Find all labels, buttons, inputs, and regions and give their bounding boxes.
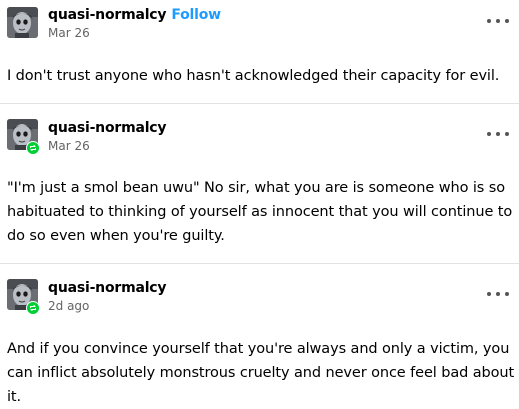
more-options-icon bbox=[496, 132, 500, 136]
post-body-text: I don't trust anyone who hasn't acknowle… bbox=[7, 68, 500, 84]
more-options-icon bbox=[505, 132, 509, 136]
post-date[interactable]: Mar 26 bbox=[48, 139, 90, 153]
follow-button[interactable]: Follow bbox=[171, 7, 221, 23]
post-2: quasi-normalcy Mar 26 "I'm just a smol b… bbox=[0, 104, 519, 263]
post-body-text: "I'm just a smol bean uwu" No sir, what … bbox=[7, 180, 513, 244]
more-options-button[interactable] bbox=[487, 127, 509, 141]
more-options-icon bbox=[505, 292, 509, 296]
blog-name-link[interactable]: quasi-normalcy bbox=[48, 7, 167, 23]
blog-name-link[interactable]: quasi-normalcy bbox=[48, 120, 167, 136]
blog-name-row: quasi-normalcy Follow bbox=[48, 7, 221, 23]
more-options-icon bbox=[487, 292, 491, 296]
post-date[interactable]: 2d ago bbox=[48, 299, 89, 313]
avatar[interactable] bbox=[7, 7, 38, 38]
more-options-icon bbox=[487, 19, 491, 23]
reblog-icon bbox=[26, 301, 40, 315]
more-options-icon bbox=[496, 292, 500, 296]
more-options-icon bbox=[487, 132, 491, 136]
more-options-icon bbox=[496, 19, 500, 23]
post-date[interactable]: Mar 26 bbox=[48, 26, 90, 40]
post-body-text: And if you convince yourself that you're… bbox=[7, 341, 515, 405]
more-options-button[interactable] bbox=[487, 287, 509, 301]
more-options-icon bbox=[505, 19, 509, 23]
post-1: quasi-normalcy Follow Mar 26 I don't trus… bbox=[0, 0, 519, 103]
post-3: quasi-normalcy 2d ago And if you convinc… bbox=[0, 264, 519, 409]
blog-name-link[interactable]: quasi-normalcy bbox=[48, 280, 167, 296]
reblog-icon bbox=[26, 141, 40, 155]
more-options-button[interactable] bbox=[487, 14, 509, 28]
